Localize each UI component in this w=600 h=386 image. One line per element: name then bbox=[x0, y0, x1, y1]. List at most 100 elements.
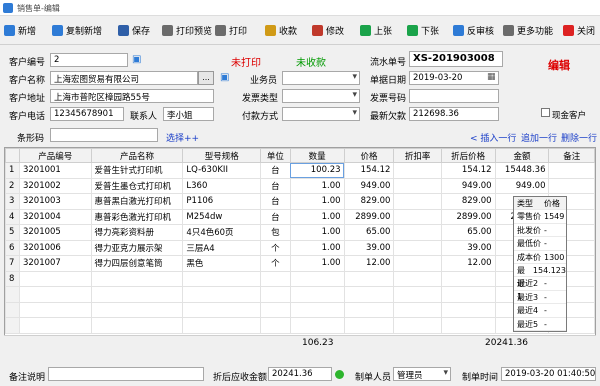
maker-select[interactable]: 管理员 bbox=[393, 367, 451, 381]
table-cell[interactable] bbox=[548, 162, 595, 179]
table-cell[interactable]: 惠普彩色激光打印机 bbox=[90, 208, 184, 225]
table-cell[interactable]: 个 bbox=[260, 255, 291, 272]
table-cell[interactable]: 949.00 bbox=[440, 177, 496, 194]
popup-row[interactable]: 最近1 154.123 bbox=[514, 264, 566, 301]
table-cell[interactable] bbox=[260, 270, 291, 287]
popup-row[interactable]: 最近5- bbox=[514, 318, 566, 331]
popup-row[interactable]: 最近2- bbox=[514, 277, 566, 291]
table-cell[interactable] bbox=[343, 270, 395, 287]
insert-row-link[interactable]: < 插入一行 bbox=[470, 131, 516, 144]
table-cell[interactable] bbox=[18, 270, 92, 287]
table-cell[interactable]: 惠普黑白激光打印机 bbox=[90, 193, 184, 210]
barcode-input[interactable] bbox=[50, 128, 158, 142]
table-cell[interactable] bbox=[393, 239, 442, 256]
delete-row-link[interactable]: 删除一行 bbox=[561, 131, 597, 144]
table-cell[interactable]: L360 bbox=[182, 177, 262, 194]
toolbar-button-unaudit[interactable]: 反审核 bbox=[453, 22, 494, 38]
select-products-link[interactable]: 选择++ bbox=[166, 131, 199, 144]
table-cell[interactable]: 4只4色60页 bbox=[182, 224, 262, 241]
table-cell[interactable]: 得力亮彩资料册 bbox=[90, 224, 184, 241]
toolbar-button-close[interactable]: 关闭 bbox=[563, 22, 595, 38]
column-header[interactable]: 型号规格 bbox=[182, 148, 262, 163]
invoice-type-select[interactable] bbox=[282, 89, 360, 103]
table-row[interactable]: 73201007得力四层创意笔筒黑色个1.0012.0012.0012.00 bbox=[5, 255, 595, 272]
table-cell[interactable]: 1.00 bbox=[289, 239, 345, 256]
toolbar-button-save[interactable]: 保存 bbox=[118, 22, 150, 38]
column-header[interactable]: 金额 bbox=[494, 148, 550, 163]
table-cell[interactable]: 829.00 bbox=[440, 193, 496, 210]
customer-lookup-icon[interactable]: ▣ bbox=[220, 72, 229, 83]
address-input[interactable]: 上海市普陀区樟园路55号 bbox=[50, 89, 214, 103]
table-cell[interactable]: 949.00 bbox=[343, 177, 395, 194]
table-cell[interactable]: 三层A4 bbox=[182, 239, 262, 256]
table-row[interactable]: 1 3201001 爱普生针式打印机 LQ-630KII 台 100.23 154.12 15… bbox=[5, 162, 595, 179]
table-cell[interactable]: 3201003 bbox=[18, 193, 92, 210]
table-cell[interactable]: 3201006 bbox=[18, 239, 92, 256]
customer-name-input[interactable]: 上海宏图贸易有限公司 bbox=[50, 71, 198, 85]
table-cell[interactable] bbox=[393, 177, 442, 194]
popup-row[interactable]: 成本价 1300 bbox=[514, 251, 566, 264]
toolbar-button-more-functions[interactable]: 更多功能 bbox=[503, 22, 553, 38]
table-cell[interactable]: 包 bbox=[260, 224, 291, 241]
table-cell[interactable]: 39.00 bbox=[343, 239, 395, 256]
table-cell[interactable]: 1.00 bbox=[289, 224, 345, 241]
table-cell[interactable] bbox=[182, 270, 262, 287]
table-cell[interactable] bbox=[393, 270, 442, 287]
pay-method-select[interactable] bbox=[282, 107, 360, 121]
doc-date-picker[interactable]: 2019-03-20 bbox=[409, 71, 499, 85]
table-cell[interactable]: 台 bbox=[260, 208, 291, 225]
column-header[interactable]: 产品编号 bbox=[18, 148, 92, 163]
table-cell[interactable]: 台 bbox=[260, 177, 291, 194]
table-cell[interactable] bbox=[393, 193, 442, 210]
table-cell[interactable]: 台 bbox=[260, 162, 291, 179]
table-cell[interactable]: 154.12 bbox=[343, 162, 395, 179]
customer-code-input[interactable]: 2 bbox=[50, 53, 128, 67]
column-header[interactable]: 价格 bbox=[343, 148, 395, 163]
table-cell[interactable] bbox=[548, 177, 595, 194]
table-row[interactable]: 8 bbox=[5, 270, 595, 287]
table-cell[interactable]: 台 bbox=[260, 193, 291, 210]
table-cell[interactable]: 黑色 bbox=[182, 255, 262, 272]
table-cell[interactable]: 65.00 bbox=[343, 224, 395, 241]
table-cell[interactable]: 2899.00 bbox=[343, 208, 395, 225]
table-cell[interactable]: 154.12 bbox=[440, 162, 496, 179]
table-cell[interactable] bbox=[90, 270, 184, 287]
table-cell[interactable]: M254dw bbox=[182, 208, 262, 225]
popup-row[interactable]: 零售价 1549 bbox=[514, 210, 566, 224]
table-cell[interactable]: 3201005 bbox=[18, 224, 92, 241]
popup-row[interactable]: 批发价 - bbox=[514, 224, 566, 238]
table-cell[interactable] bbox=[393, 162, 442, 179]
invoice-no-input[interactable] bbox=[409, 89, 499, 103]
table-cell[interactable]: 949.00 bbox=[494, 177, 550, 194]
toolbar-button-add[interactable]: 新增 bbox=[4, 22, 36, 38]
table-cell[interactable] bbox=[289, 270, 345, 287]
table-cell[interactable]: 1.00 bbox=[289, 255, 345, 272]
column-header[interactable]: 数量 bbox=[289, 148, 345, 163]
cash-customer-checkbox[interactable] bbox=[541, 108, 550, 117]
toolbar-button-edit[interactable]: 修改 bbox=[312, 22, 344, 38]
column-header[interactable]: 单位 bbox=[260, 148, 291, 163]
search-icon[interactable]: ▣ bbox=[132, 54, 141, 65]
table-cell[interactable]: 得力四层创意笔筒 bbox=[90, 255, 184, 272]
column-header[interactable]: 折扣率 bbox=[393, 148, 442, 163]
table-cell[interactable]: 爱普生墨仓式打印机 bbox=[90, 177, 184, 194]
table-cell[interactable]: 100.23 bbox=[289, 162, 345, 179]
table-cell[interactable] bbox=[393, 255, 442, 272]
toolbar-button-next[interactable]: 下张 bbox=[407, 22, 439, 38]
table-cell[interactable] bbox=[393, 208, 442, 225]
popup-row[interactable]: 最近3- bbox=[514, 291, 566, 305]
phone-input[interactable]: 12345678901 bbox=[50, 107, 124, 121]
table-row[interactable]: 4 3201004 惠普彩色激光打印机 M254dw 台 1.00 2899.00 2899.… bbox=[5, 208, 595, 225]
table-cell[interactable]: 3201004 bbox=[18, 208, 92, 225]
table-cell[interactable]: 39.00 bbox=[440, 239, 496, 256]
table-cell[interactable]: 65.00 bbox=[440, 224, 496, 241]
table-cell[interactable]: 爱普生针式打印机 bbox=[90, 162, 184, 179]
toolbar-button-receive-payment[interactable]: 收款 bbox=[265, 22, 297, 38]
table-cell[interactable]: 得力亚克力展示架 bbox=[90, 239, 184, 256]
table-cell[interactable]: 3201007 bbox=[18, 255, 92, 272]
table-cell[interactable]: 个 bbox=[260, 239, 291, 256]
table-cell[interactable]: 12.00 bbox=[343, 255, 395, 272]
table-cell[interactable]: 15448.36 bbox=[494, 162, 550, 179]
table-cell[interactable]: 1.00 bbox=[289, 177, 345, 194]
customer-browse-button[interactable]: ... bbox=[198, 71, 214, 85]
